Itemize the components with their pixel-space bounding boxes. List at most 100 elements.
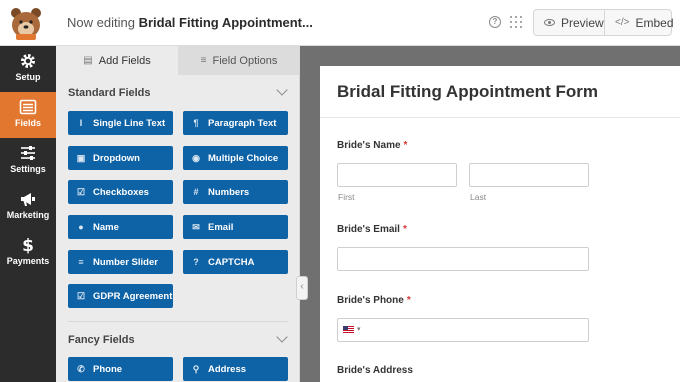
nav-label-settings: Settings: [10, 164, 46, 174]
form-name: Bridal Fitting Appointment...: [138, 15, 313, 30]
grid-dots-icon[interactable]: [510, 16, 523, 29]
field-label: Numbers: [208, 186, 250, 198]
nav-label-marketing: Marketing: [6, 210, 50, 220]
bride-address-label-text: Bride's Address: [337, 365, 413, 376]
captcha-icon: ?: [193, 257, 199, 267]
field-label: Name: [93, 221, 119, 233]
bride-name-label[interactable]: Bride's Name *: [337, 140, 407, 151]
field-gdpr-agreement[interactable]: ☑ GDPR Agreement: [68, 284, 173, 308]
form-title-divider: [320, 117, 680, 118]
fields-panel: ▤ Add Fields ≡ Field Options Standard Fi…: [56, 46, 300, 382]
wpforms-bear-logo-icon: [11, 8, 41, 40]
collapse-panel-handle[interactable]: ‹: [296, 276, 308, 300]
field-multiple-choice[interactable]: ◉ Multiple Choice: [183, 146, 288, 170]
phone-input[interactable]: [337, 318, 589, 342]
bride-email-label-text: Bride's Email: [337, 224, 400, 235]
nav-label-setup: Setup: [15, 72, 41, 82]
slider-icon: ≡: [78, 257, 84, 267]
required-mark: *: [402, 224, 407, 235]
required-mark: *: [403, 140, 408, 151]
embed-button[interactable]: </> Embed: [604, 9, 674, 36]
field-phone[interactable]: ✆ Phone: [68, 357, 173, 381]
required-mark: *: [406, 295, 411, 306]
field-label: Address: [208, 363, 247, 375]
sliders-icon: [21, 146, 35, 160]
email-input[interactable]: [337, 247, 589, 271]
field-email[interactable]: ✉ Email: [183, 215, 288, 239]
bride-email-label[interactable]: Bride's Email *: [337, 224, 407, 235]
map-pin-icon: ⚲: [192, 363, 200, 374]
list-icon: [19, 99, 37, 115]
bride-phone-label[interactable]: Bride's Phone *: [337, 295, 411, 306]
field-label: Dropdown: [93, 152, 140, 164]
preview-label: Preview: [561, 15, 604, 30]
bride-address-label[interactable]: Bride's Address: [337, 365, 413, 376]
field-name[interactable]: ● Name: [68, 215, 173, 239]
field-label: Single Line Text: [93, 117, 166, 129]
section-divider: [68, 321, 288, 322]
field-label: Number Slider: [93, 256, 158, 268]
nav-item-marketing[interactable]: Marketing: [0, 184, 56, 230]
field-label: CAPTCHA: [208, 256, 255, 268]
form-title: Bridal Fitting Appointment Form: [337, 82, 598, 101]
field-number-slider[interactable]: ≡ Number Slider: [68, 250, 173, 274]
phone-icon: ✆: [77, 363, 85, 374]
tab-field-options-label: Field Options: [212, 54, 278, 67]
field-label: GDPR Agreement: [93, 290, 173, 302]
field-captcha[interactable]: ? CAPTCHA: [183, 250, 288, 274]
field-paragraph-text[interactable]: ¶ Paragraph Text: [183, 111, 288, 135]
last-sublabel: Last: [470, 192, 487, 202]
text-cursor-icon: I: [79, 118, 83, 128]
dollar-icon: $: [22, 236, 34, 254]
field-checkboxes[interactable]: ☑ Checkboxes: [68, 180, 173, 204]
list-icon: ▤: [83, 55, 93, 66]
radio-icon: ◉: [192, 152, 200, 163]
embed-label: Embed: [635, 15, 674, 30]
field-address[interactable]: ⚲ Address: [183, 357, 288, 381]
bride-name-label-text: Bride's Name: [337, 140, 401, 151]
tab-add-fields-label: Add Fields: [98, 54, 151, 67]
nav-item-fields[interactable]: Fields: [0, 92, 56, 138]
hash-icon: #: [193, 187, 199, 197]
question-circle-icon[interactable]: ?: [489, 16, 501, 28]
eye-icon: [544, 19, 555, 26]
nav-label-payments: Payments: [6, 256, 50, 266]
checkbox-icon: ☑: [76, 186, 86, 197]
code-icon: </>: [615, 17, 630, 28]
preview-button[interactable]: Preview: [533, 9, 605, 36]
field-label: Multiple Choice: [208, 152, 279, 164]
nav-item-setup[interactable]: Setup: [0, 46, 56, 92]
sliders-icon: ≡: [200, 55, 207, 66]
us-flag-icon[interactable]: [343, 326, 354, 333]
last-name-input[interactable]: [469, 163, 589, 187]
editing-prefix: Now editing: [67, 15, 135, 30]
paragraph-icon: ¶: [193, 118, 199, 128]
nav-item-settings[interactable]: Settings: [0, 138, 56, 184]
field-single-line-text[interactable]: I Single Line Text: [68, 111, 173, 135]
nav-item-payments[interactable]: $ Payments: [0, 230, 56, 276]
gear-icon: [21, 54, 35, 68]
envelope-icon: ✉: [192, 221, 200, 232]
caret-down-icon[interactable]: ▾: [357, 325, 361, 333]
first-name-input[interactable]: [337, 163, 457, 187]
top-bar: Now editing Bridal Fitting Appointment..…: [0, 0, 680, 46]
dropdown-icon: ▣: [76, 152, 86, 163]
tab-add-fields[interactable]: ▤ Add Fields: [56, 46, 178, 75]
chevron-down-icon[interactable]: [276, 84, 288, 96]
nav-label-fields: Fields: [14, 118, 41, 128]
now-editing-text: Now editing Bridal Fitting Appointment..…: [67, 15, 313, 30]
bride-phone-label-text: Bride's Phone: [337, 295, 404, 306]
tab-field-options[interactable]: ≡ Field Options: [178, 46, 299, 75]
field-label: Checkboxes: [93, 186, 149, 198]
fancy-fields-title: Fancy Fields: [68, 334, 135, 346]
chevron-down-icon[interactable]: [276, 331, 288, 343]
field-label: Paragraph Text: [208, 117, 277, 129]
svg-text:$: $: [22, 236, 34, 254]
field-numbers[interactable]: # Numbers: [183, 180, 288, 204]
first-sublabel: First: [338, 192, 355, 202]
user-icon: ●: [78, 222, 84, 232]
field-label: Phone: [93, 363, 123, 375]
field-dropdown[interactable]: ▣ Dropdown: [68, 146, 173, 170]
left-nav: Setup Fields Settings Marketing $ Paymen…: [0, 46, 56, 382]
megaphone-icon: [21, 193, 35, 206]
